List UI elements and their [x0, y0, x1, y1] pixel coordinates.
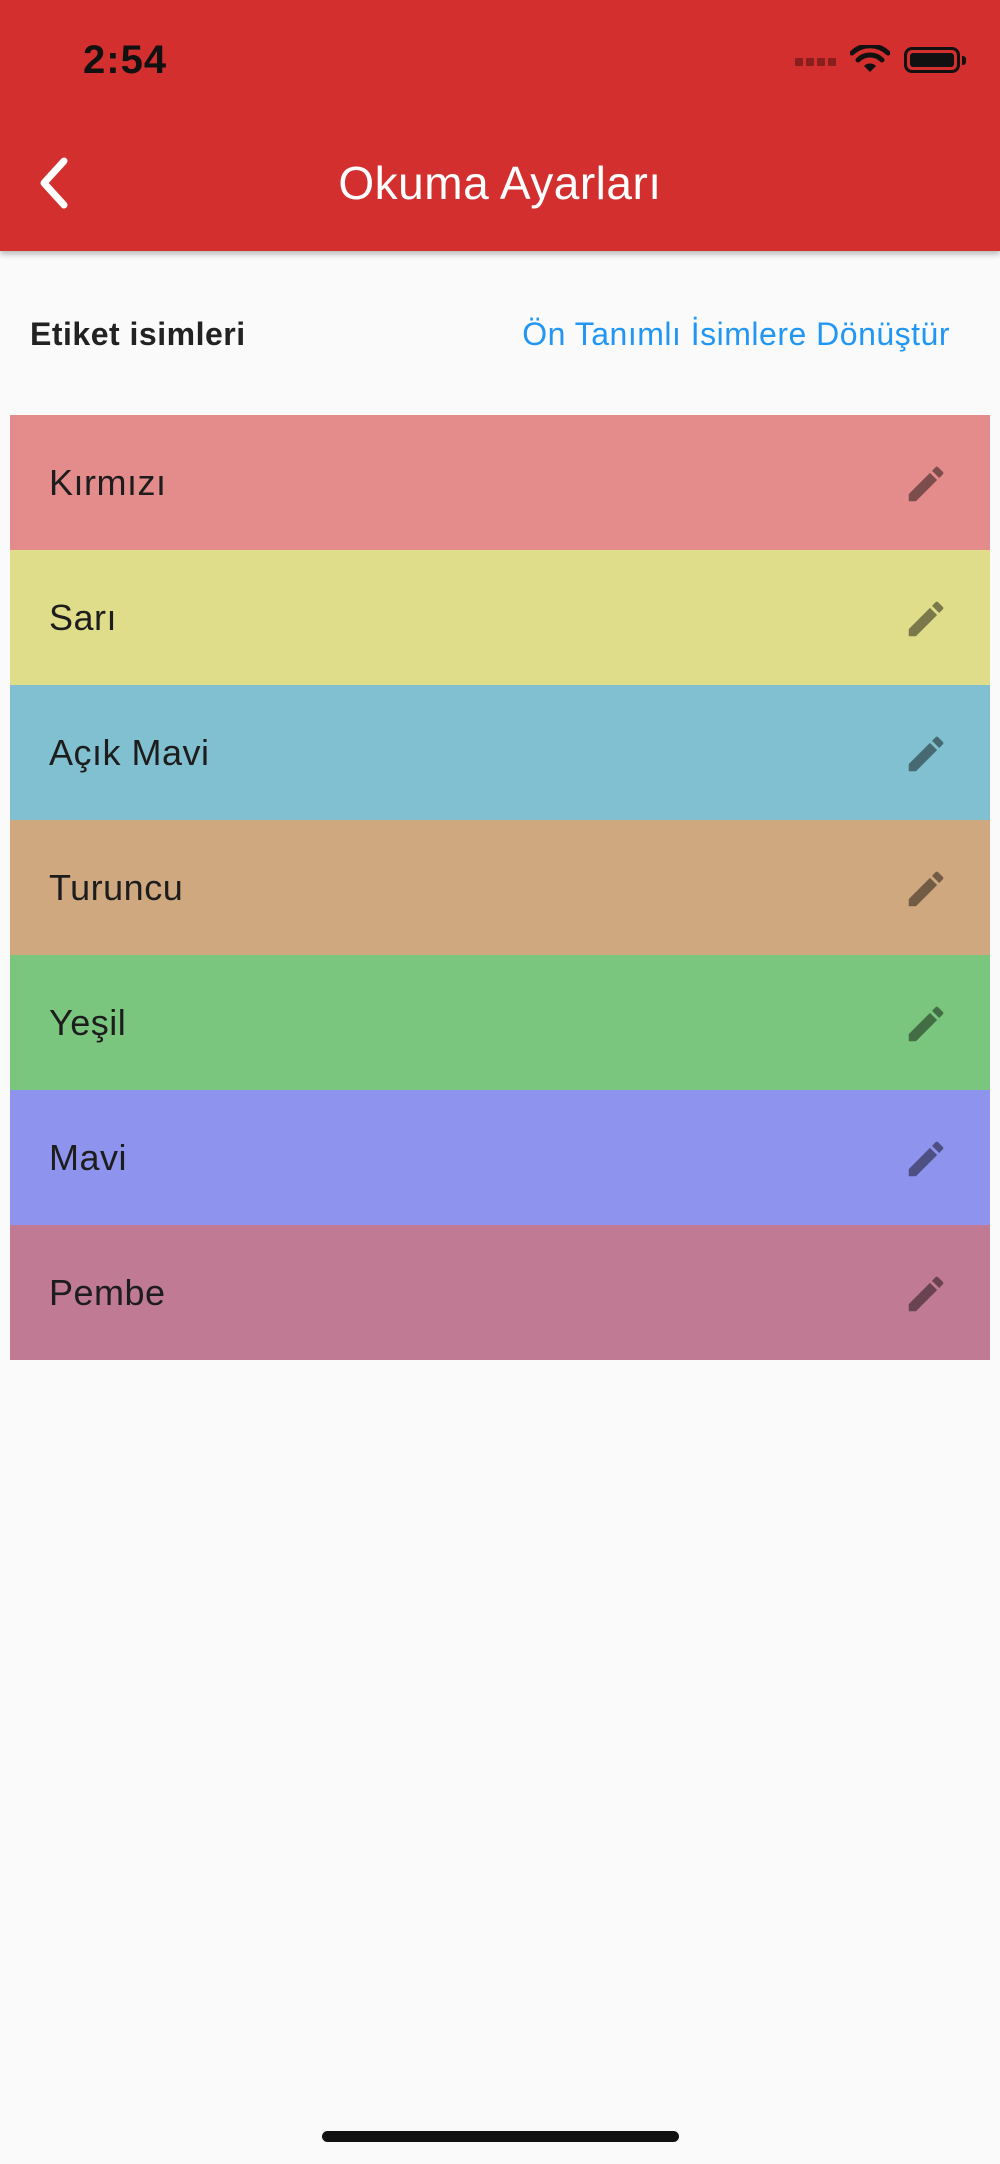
app-bar: 2:54 Okuma Ayarları	[0, 0, 1000, 251]
wifi-icon	[850, 45, 890, 72]
status-time: 2:54	[83, 38, 168, 82]
label-name: Kırmızı	[49, 461, 167, 503]
label-name: Sarı	[49, 596, 118, 638]
reset-defaults-button[interactable]: Ön Tanımlı İsimlere Dönüştür	[522, 316, 950, 353]
label-name: Turuncu	[49, 866, 184, 908]
label-row[interactable]: Açık Mavi	[10, 685, 990, 820]
label-row[interactable]: Turuncu	[10, 820, 990, 955]
pencil-icon[interactable]	[903, 1271, 949, 1317]
signal-icon	[792, 54, 836, 66]
label-row[interactable]: Pembe	[10, 1225, 990, 1360]
label-name: Mavi	[49, 1136, 128, 1178]
pencil-icon[interactable]	[903, 866, 949, 912]
label-name: Açık Mavi	[49, 731, 210, 773]
home-indicator	[322, 2131, 679, 2142]
label-row[interactable]: Mavi	[10, 1090, 990, 1225]
battery-icon	[904, 47, 966, 73]
section-title: Etiket isimleri	[30, 316, 246, 352]
pencil-icon[interactable]	[903, 461, 949, 507]
pencil-icon[interactable]	[903, 1136, 949, 1182]
label-name: Yeşil	[49, 1001, 127, 1043]
status-icons	[792, 42, 966, 78]
label-list: Kırmızı Sarı Açık Mavi Turuncu Yeşil Mavi Pemb…	[10, 415, 990, 1360]
label-row[interactable]: Kırmızı	[10, 415, 990, 550]
pencil-icon[interactable]	[903, 596, 949, 642]
label-row[interactable]: Yeşil	[10, 955, 990, 1090]
label-name: Pembe	[49, 1271, 166, 1313]
label-row[interactable]: Sarı	[10, 550, 990, 685]
page-title: Okuma Ayarları	[338, 157, 662, 209]
pencil-icon[interactable]	[903, 1001, 949, 1047]
pencil-icon[interactable]	[903, 731, 949, 777]
